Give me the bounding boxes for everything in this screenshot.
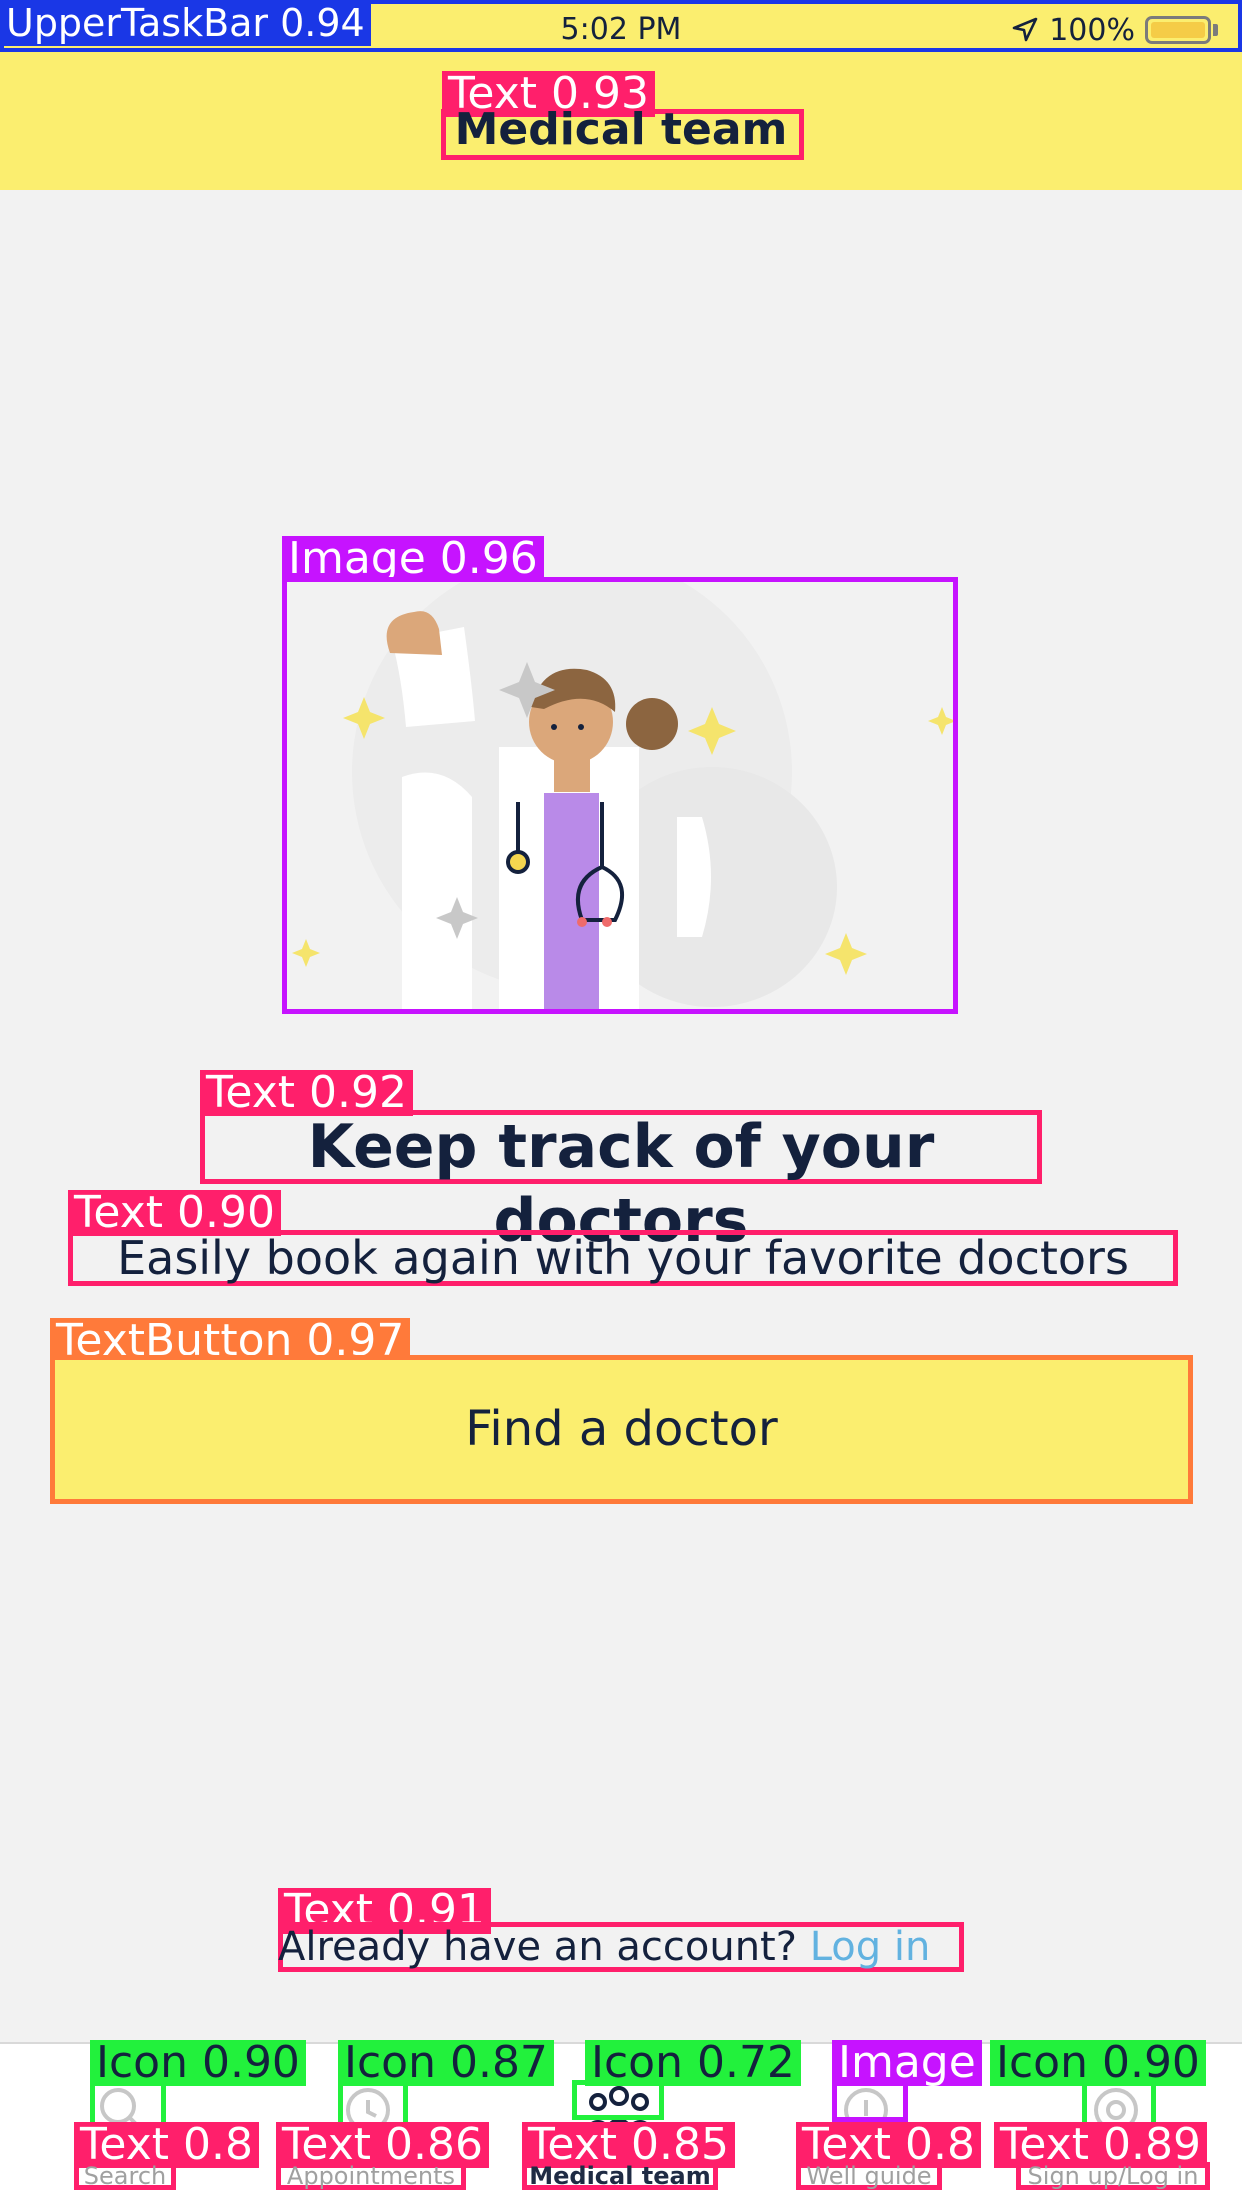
tab-label-search: Search <box>83 2162 167 2190</box>
battery-icon <box>1145 16 1211 44</box>
account-text: Already have an account? <box>278 1924 797 1970</box>
subtext: Easily book again with your favorite doc… <box>117 1231 1129 1285</box>
battery-percentage: 100% <box>1049 12 1135 48</box>
account-prompt: Already have an account? Log in <box>278 1922 964 1972</box>
hero-image-box <box>282 577 958 1014</box>
page-title: Medical team <box>454 104 788 155</box>
tab-label-medical-team: Medical team <box>529 2162 711 2190</box>
tab-icon-box-4 <box>832 2080 908 2122</box>
location-icon <box>1012 17 1038 42</box>
login-link[interactable]: Log in <box>810 1924 931 1970</box>
status-bar: UpperTaskBar 0.94 5:02 PM 100% <box>0 0 1242 58</box>
headline: Keep track of your doctors <box>307 1112 935 1256</box>
tab-label-appointments: Appointments <box>286 2162 456 2190</box>
status-right: 100% <box>1011 8 1218 52</box>
find-doctor-button[interactable]: Find a doctor <box>50 1355 1193 1504</box>
tab-label-sign-up-log-in: Sign up/Log in <box>1027 2162 1199 2190</box>
tab-icon-box-3 <box>572 2080 664 2120</box>
tab-label-well-guide: Well guide <box>806 2162 932 2190</box>
battery-cap <box>1213 24 1218 36</box>
hero-image-tag: Image 0.96 <box>282 536 544 582</box>
